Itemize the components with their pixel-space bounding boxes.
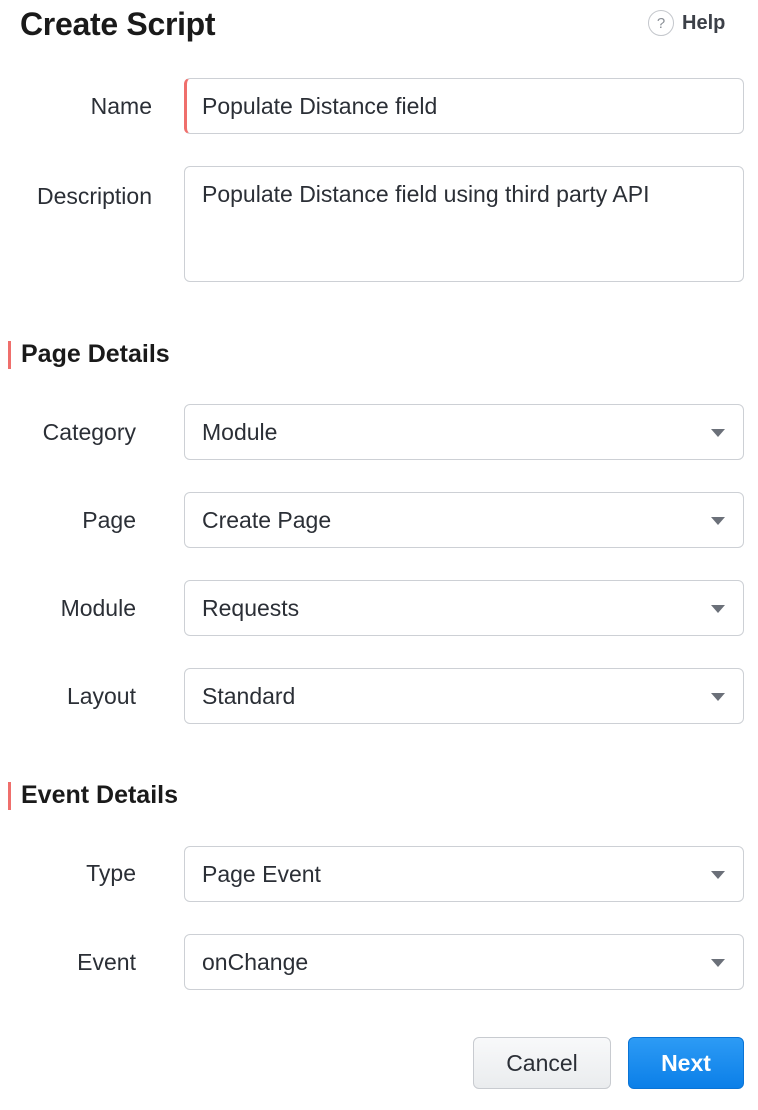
chevron-down-icon — [711, 693, 725, 701]
name-input-value: Populate Distance field — [202, 92, 438, 119]
category-label: Category — [42, 419, 136, 445]
description-label: Description — [36, 183, 152, 209]
help-label: Help — [682, 11, 726, 34]
page-label: Page — [82, 507, 136, 533]
section-accent-bar — [8, 781, 11, 810]
event-details-title: Event Details — [21, 781, 179, 809]
module-select-value: Requests — [202, 594, 300, 621]
category-select-value: Module — [202, 418, 278, 445]
event-select[interactable]: onChange — [184, 934, 744, 990]
section-accent-bar — [8, 340, 11, 369]
module-label: Module — [60, 595, 136, 621]
layout-select[interactable]: Standard — [184, 668, 744, 724]
question-mark-icon: ? — [648, 10, 674, 36]
help-link[interactable]: ? Help — [648, 10, 725, 36]
type-label: Type — [86, 860, 136, 886]
event-label: Event — [77, 949, 136, 975]
chevron-down-icon — [711, 871, 725, 879]
module-select[interactable]: Requests — [184, 580, 744, 636]
create-script-form: Create Script ? Help Name Populate Dista… — [0, 0, 758, 1110]
next-button[interactable]: Next — [628, 1037, 744, 1089]
name-label: Name — [90, 93, 152, 119]
chevron-down-icon — [711, 959, 725, 967]
layout-select-value: Standard — [202, 682, 296, 709]
description-textarea-value: Populate Distance field using third part… — [202, 181, 650, 207]
event-select-value: onChange — [202, 948, 309, 975]
category-select[interactable]: Module — [184, 404, 744, 460]
page-select[interactable]: Create Page — [184, 492, 744, 548]
event-details-section-header: Event Details — [8, 781, 178, 810]
page-details-title: Page Details — [21, 340, 170, 368]
type-select[interactable]: Page Event — [184, 846, 744, 902]
description-textarea[interactable]: Populate Distance field using third part… — [184, 166, 744, 282]
cancel-button[interactable]: Cancel — [473, 1037, 611, 1089]
page-details-section-header: Page Details — [8, 340, 170, 369]
name-input[interactable]: Populate Distance field — [184, 78, 744, 134]
page-select-value: Create Page — [202, 506, 332, 533]
chevron-down-icon — [711, 605, 725, 613]
layout-label: Layout — [66, 683, 136, 709]
chevron-down-icon — [711, 429, 725, 437]
chevron-down-icon — [711, 517, 725, 525]
page-title: Create Script — [20, 6, 216, 42]
type-select-value: Page Event — [202, 860, 321, 887]
